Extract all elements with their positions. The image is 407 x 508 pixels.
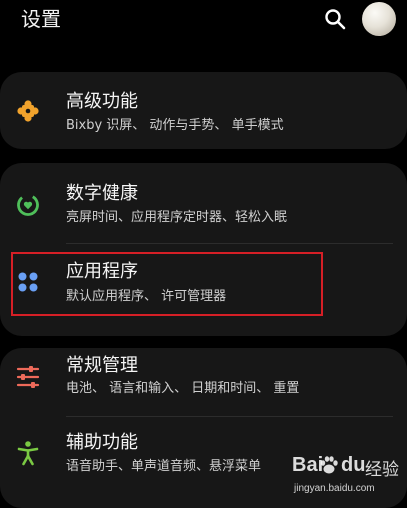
search-button[interactable] bbox=[323, 7, 347, 31]
item-title: 辅助功能 bbox=[66, 432, 138, 453]
app-header: 设置 bbox=[0, 0, 407, 46]
search-icon bbox=[325, 9, 346, 30]
sliders-icon bbox=[16, 366, 40, 388]
watermark-product: 经验 bbox=[365, 460, 399, 480]
item-title: 高级功能 bbox=[66, 91, 138, 112]
settings-item-advanced-features[interactable]: 高级功能 Bixby 识屏、 动作与手势、 单手模式 bbox=[0, 72, 407, 149]
settings-item-general-management[interactable]: 常规管理 电池、 语言和输入、 日期和时间、 重置 bbox=[0, 348, 407, 420]
page-title: 设置 bbox=[21, 7, 61, 31]
watermark-url: jingyan.baidu.com bbox=[294, 483, 375, 494]
item-subtitle: Bixby 识屏、 动作与手势、 单手模式 bbox=[66, 118, 284, 133]
item-subtitle: 语音助手、单声道音频、悬浮菜单 bbox=[66, 459, 262, 474]
settings-item-digital-wellbeing[interactable]: 数字健康 亮屏时间、应用程序定时器、轻松入眠 bbox=[0, 163, 407, 243]
puzzle-icon bbox=[17, 100, 39, 122]
item-subtitle: 默认应用程序、 许可管理器 bbox=[66, 289, 227, 304]
baidu-paw-icon bbox=[320, 456, 338, 474]
apps-grid-icon bbox=[18, 272, 38, 292]
avatar[interactable] bbox=[362, 2, 396, 36]
item-title: 应用程序 bbox=[66, 261, 138, 282]
item-subtitle: 亮屏时间、应用程序定时器、轻松入眠 bbox=[66, 210, 288, 225]
item-subtitle: 电池、 语言和输入、 日期和时间、 重置 bbox=[66, 381, 300, 396]
digital-wellbeing-icon bbox=[17, 194, 39, 216]
item-title: 常规管理 bbox=[66, 355, 138, 376]
settings-item-applications[interactable]: 应用程序 默认应用程序、 许可管理器 bbox=[0, 244, 407, 324]
item-title: 数字健康 bbox=[66, 183, 138, 204]
watermark-brand-right: du bbox=[341, 454, 366, 476]
baidu-jingyan-watermark: Bai du 经验 jingyan.baidu.com bbox=[284, 452, 404, 500]
accessibility-icon bbox=[17, 441, 39, 466]
